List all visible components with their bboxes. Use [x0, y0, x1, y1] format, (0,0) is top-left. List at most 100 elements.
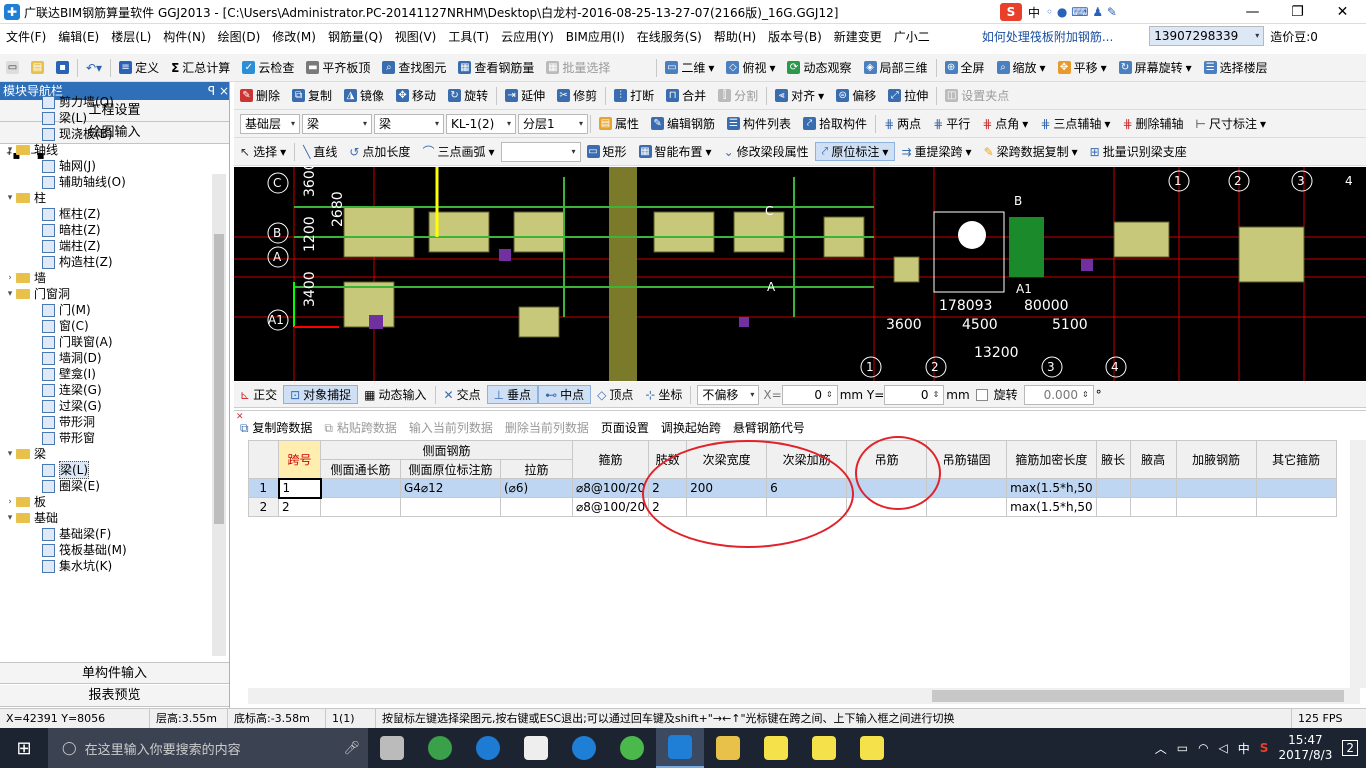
ggj-app-icon[interactable]: [656, 728, 704, 768]
expand-icon[interactable]: ›: [4, 494, 16, 510]
menu-rebar[interactable]: 钢筋量(Q): [322, 28, 389, 45]
report-preview-button[interactable]: 报表预览: [0, 685, 229, 707]
tree-item[interactable]: 筏板基础(M): [0, 542, 228, 558]
tree-item[interactable]: 端柱(Z): [0, 238, 228, 254]
tree-item[interactable]: 暗柱(Z): [0, 222, 228, 238]
cell-dense-length[interactable]: max(1.5*h,50: [1006, 497, 1097, 517]
cad-drawing[interactable]: C B A A1 A B C 1 2 3 4 1 2 3 4 A1 3600 4…: [234, 167, 1366, 381]
copy-button[interactable]: ⧉ 复制: [286, 87, 338, 104]
wifi-icon[interactable]: ◠: [1198, 741, 1208, 755]
close-button[interactable]: ✕: [1320, 0, 1365, 24]
help-link[interactable]: 如何处理筏板附加钢筋...: [976, 28, 1119, 45]
delete-axis-button[interactable]: ⋕ 删除辅轴: [1116, 115, 1189, 132]
zoom-button[interactable]: ⌕ 缩放 ▾: [991, 59, 1052, 76]
category-select[interactable]: 梁 ▾: [302, 113, 372, 134]
new-file-icon[interactable]: ▭: [0, 61, 25, 74]
rectangle-button[interactable]: ▭ 矩形: [581, 143, 633, 160]
expand-icon[interactable]: ▾: [4, 142, 16, 158]
tree-item[interactable]: ▾ 梁: [0, 446, 228, 462]
cell-other-stirrup[interactable]: [1255, 478, 1337, 498]
line-button[interactable]: ╲ 直线: [297, 143, 343, 160]
cell-tie[interactable]: [500, 497, 573, 517]
offset-mode-select[interactable]: 不偏移 ▾: [697, 384, 760, 405]
menu-edit[interactable]: 编辑(E): [52, 28, 105, 45]
cell-haunch-rebar[interactable]: [1175, 478, 1257, 498]
cell-side-long[interactable]: [320, 497, 401, 517]
dynamic-view-button[interactable]: ⟳ 动态观察: [781, 59, 857, 76]
swap-start-span-button[interactable]: 调换起始跨: [661, 419, 721, 436]
cell-side-long[interactable]: [320, 478, 401, 498]
cell-side-insitu[interactable]: [400, 497, 501, 517]
tree-item[interactable]: 剪力墙(Q): [0, 94, 228, 110]
store-icon[interactable]: [512, 728, 560, 768]
menu-bim[interactable]: BIM应用(I): [560, 28, 631, 45]
modify-beam-segment-button[interactable]: ⌄ 修改梁段属性: [718, 143, 815, 160]
align-button[interactable]: ⫷ 对齐 ▾: [769, 87, 830, 104]
tree-item[interactable]: ▾ 柱: [0, 190, 228, 206]
fullscreen-button[interactable]: ⊕ 全屏: [939, 59, 991, 76]
offset-button[interactable]: ⊜ 偏移: [830, 87, 882, 104]
notification-icon[interactable]: 2: [1342, 740, 1358, 756]
rotate-screen-button[interactable]: ↻ 屏幕旋转 ▾: [1113, 59, 1198, 76]
drawing-canvas[interactable]: C B A A1 A B C 1 2 3 4 1 2 3 4 A1 3600 4…: [234, 167, 1366, 381]
tree-item[interactable]: › 板: [0, 494, 228, 510]
ime-toolbar[interactable]: S 中 ◦ ● ⌨ ♟ ✎: [1000, 2, 1117, 22]
cell-dense-length[interactable]: max(1.5*h,50: [1006, 478, 1097, 498]
trim-button[interactable]: ✂ 修剪: [551, 87, 603, 104]
three-point-axis-button[interactable]: ⋕ 三点辅轴 ▾: [1034, 115, 1116, 132]
expand-icon[interactable]: ›: [4, 270, 16, 286]
delete-column-data-button[interactable]: 删除当前列数据: [505, 419, 589, 436]
expand-icon[interactable]: ▾: [4, 286, 16, 302]
define-button[interactable]: ≡ 定义: [113, 59, 165, 76]
menu-view[interactable]: 视图(V): [389, 28, 443, 45]
tree-item[interactable]: 带形窗: [0, 430, 228, 446]
tree-item[interactable]: 墙洞(D): [0, 350, 228, 366]
point-length-button[interactable]: ↺ 点加长度: [343, 143, 416, 160]
cell-stirrup[interactable]: ⌀8@100/20: [571, 478, 650, 498]
ortho-button[interactable]: ⊾ 正交: [234, 386, 283, 403]
tree-scrollbar[interactable]: [212, 174, 226, 656]
arc-mode-select[interactable]: ▾: [500, 141, 581, 162]
menu-modify[interactable]: 修改(M): [266, 28, 322, 45]
help-app-icon-1[interactable]: [752, 728, 800, 768]
cell-haunch-height[interactable]: [1129, 478, 1177, 498]
y-input[interactable]: 0 ⇕: [884, 384, 945, 405]
tree-item[interactable]: ▾ 门窗洞: [0, 286, 228, 302]
tree-item[interactable]: 轴网(J): [0, 158, 228, 174]
cell-span-no[interactable]: 1: [277, 477, 322, 499]
cell-hanger-anchor[interactable]: [926, 497, 1008, 517]
browser-360-icon[interactable]: [416, 728, 464, 768]
perpendicular-button[interactable]: ⊥ 垂点: [486, 385, 539, 404]
app-g-icon[interactable]: [560, 728, 608, 768]
paste-span-data-button[interactable]: ⧉ 粘贴跨数据: [324, 419, 396, 436]
undo-icon[interactable]: ↶▾: [80, 61, 108, 75]
expand-icon[interactable]: ▾: [4, 446, 16, 462]
vertex-button[interactable]: ◇ 顶点: [591, 386, 639, 403]
expand-icon[interactable]: ▾: [4, 190, 16, 206]
menu-help[interactable]: 帮助(H): [708, 28, 762, 45]
minimize-button[interactable]: —: [1230, 0, 1275, 24]
layer-select[interactable]: 分层1 ▾: [518, 113, 588, 134]
menu-new-change[interactable]: 新建变更: [828, 28, 888, 45]
network-icon[interactable]: ▭: [1177, 741, 1188, 755]
2d-view-button[interactable]: ▭ 二维 ▾: [659, 59, 720, 76]
sogou-icon[interactable]: S: [1000, 3, 1022, 21]
type-select[interactable]: 梁 ▾: [374, 113, 444, 134]
menu-component[interactable]: 构件(N): [157, 28, 211, 45]
clock[interactable]: 15:47 2017/8/3: [1278, 733, 1332, 763]
single-component-button[interactable]: 单构件输入: [0, 662, 229, 684]
local-3d-button[interactable]: ◈ 局部三维: [858, 59, 934, 76]
menu-online[interactable]: 在线服务(S): [631, 28, 708, 45]
three-point-arc-button[interactable]: ⌒ 三点画弧 ▾: [416, 143, 500, 160]
help-app-icon-3[interactable]: [848, 728, 896, 768]
rotate-input[interactable]: 0.000 ⇕: [1023, 384, 1094, 405]
copy-span-data-button[interactable]: ✎ 梁跨数据复制 ▾: [978, 143, 1084, 160]
table-h-scroll-thumb[interactable]: [932, 690, 1344, 702]
tree-item[interactable]: 框柱(Z): [0, 206, 228, 222]
delete-button[interactable]: ✎ 删除: [234, 87, 286, 104]
table-h-scrollbar[interactable]: [248, 688, 1360, 704]
split-button[interactable]: ⫿ 分割: [712, 87, 764, 104]
object-snap-button[interactable]: ⊡ 对象捕捉: [283, 385, 359, 404]
batch-select-button[interactable]: ▦ 批量选择: [540, 59, 616, 76]
menu-draw[interactable]: 绘图(D): [212, 28, 267, 45]
